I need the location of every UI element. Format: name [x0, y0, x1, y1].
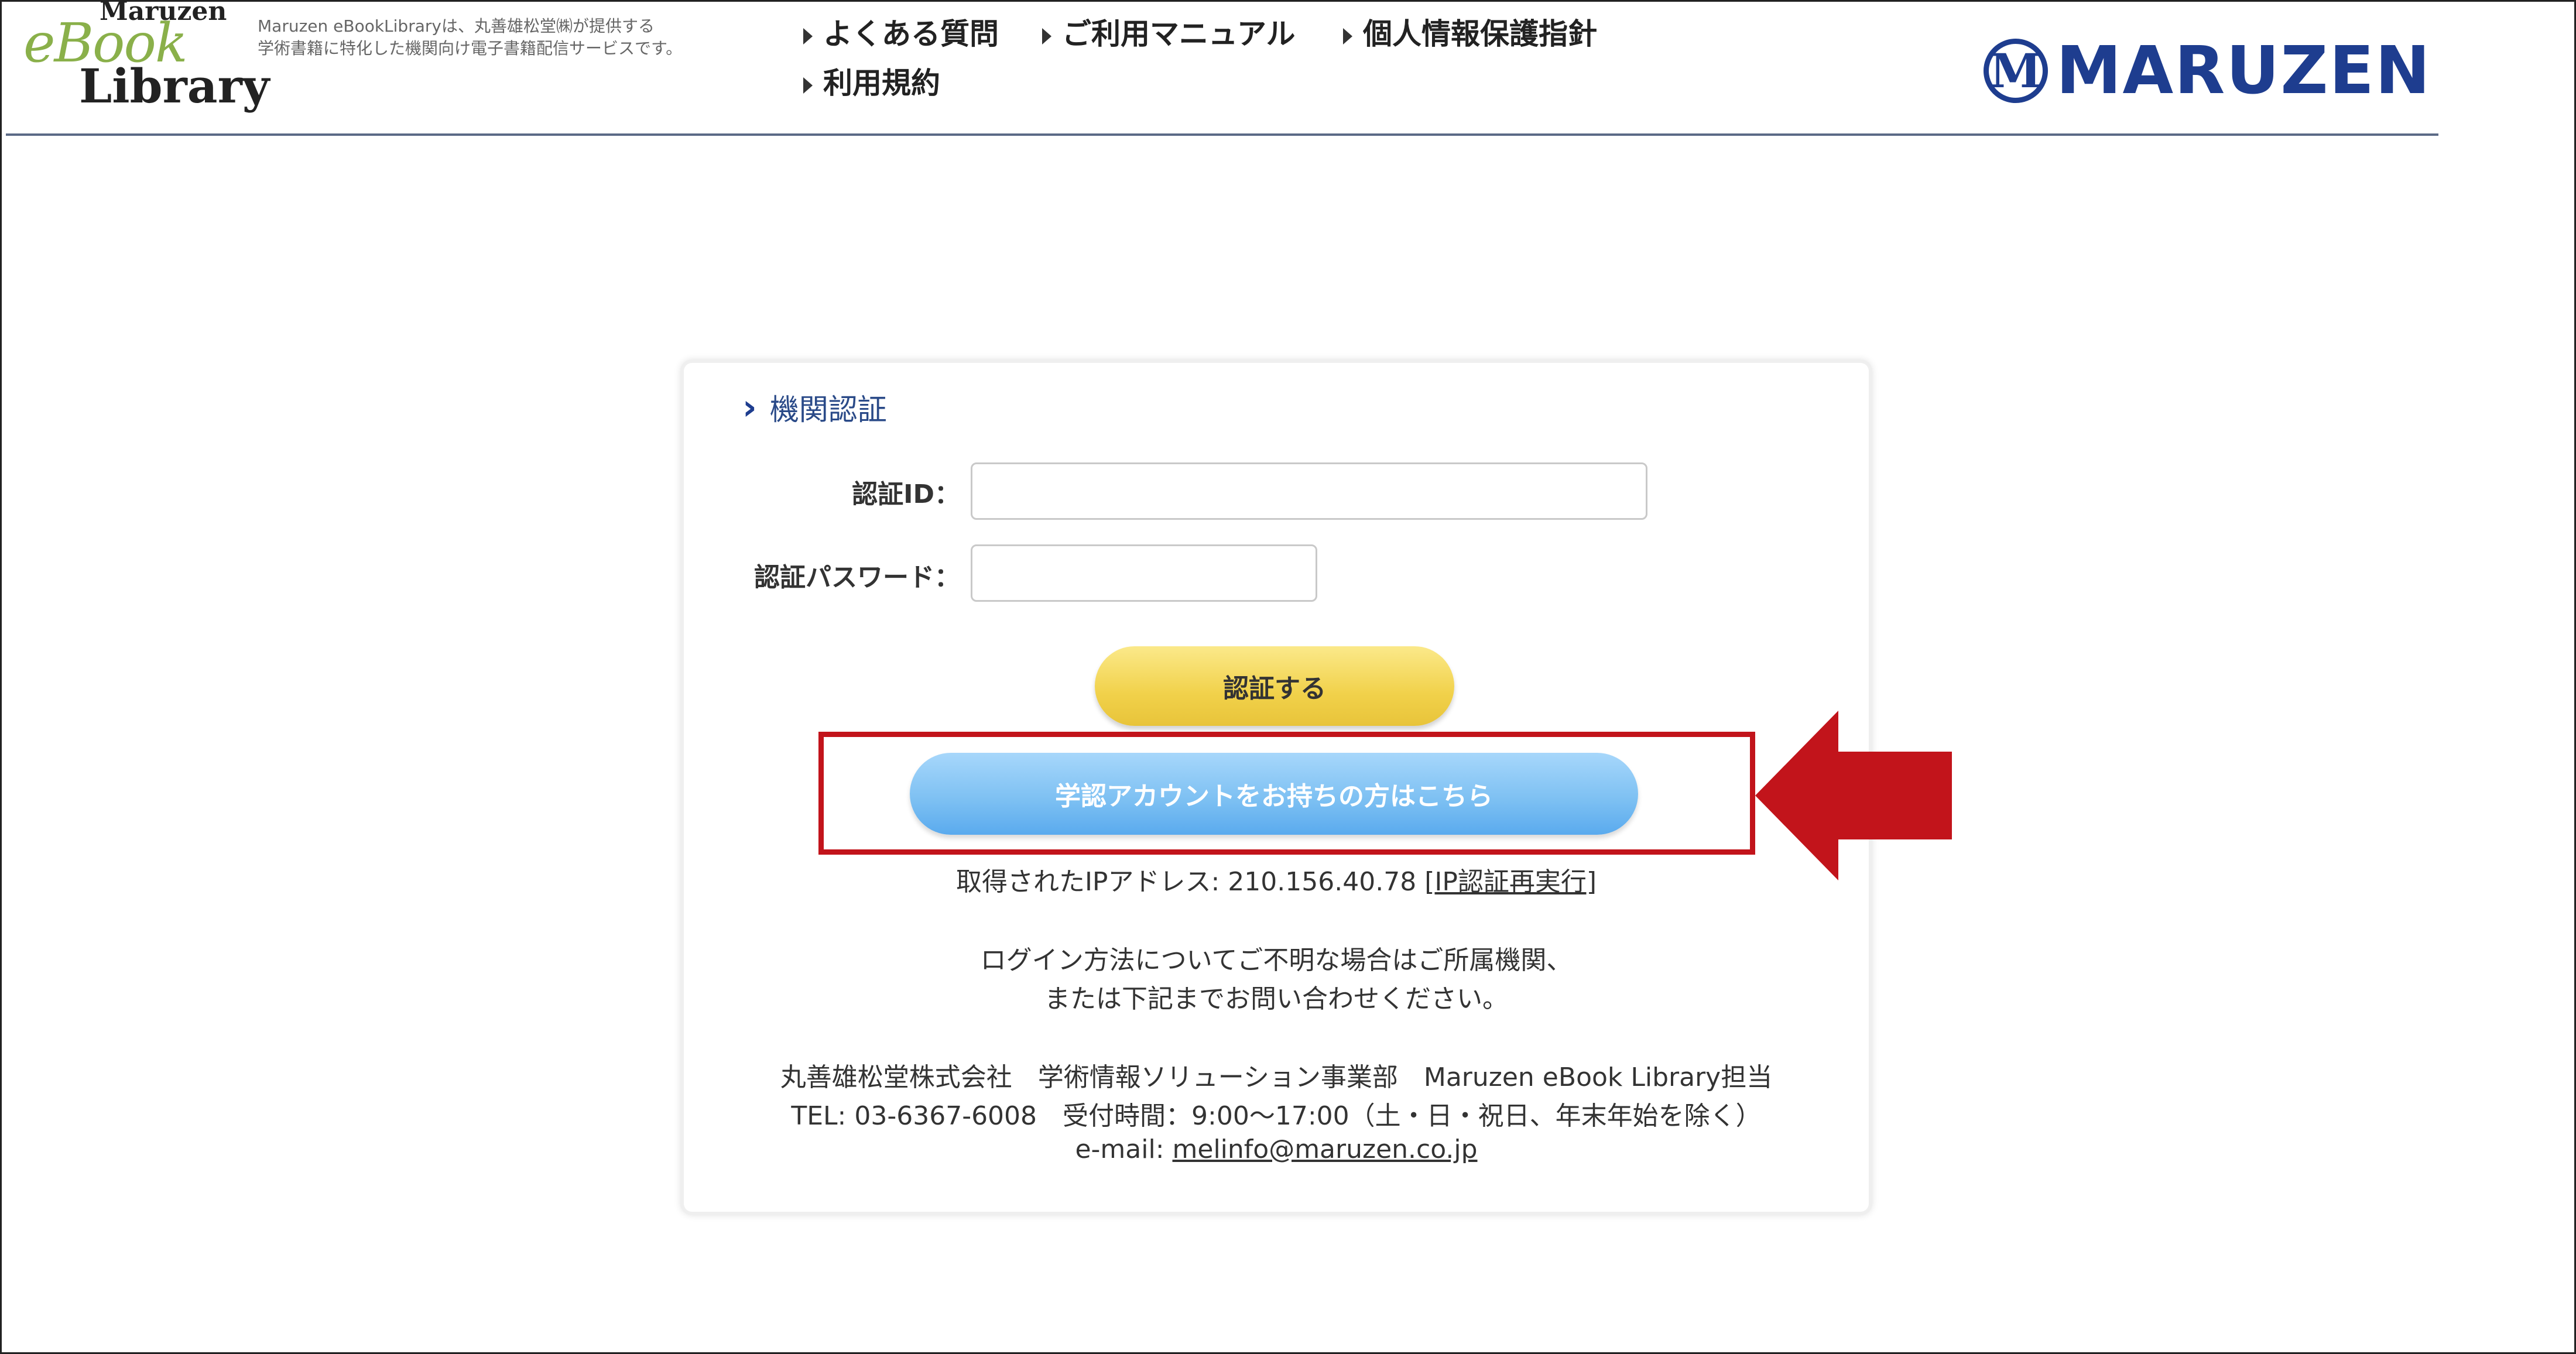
nav-link-terms-label: 利用規約 [823, 66, 940, 100]
chevron-right-icon: › [742, 387, 757, 428]
annotation-arrow-shape [1755, 711, 1952, 880]
nav-link-terms[interactable]: 利用規約 [803, 60, 940, 102]
ip-address-value: 210.156.40.78 [1228, 867, 1417, 897]
nav-link-privacy-label: 個人情報保護指針 [1363, 17, 1597, 51]
triangle-right-icon [803, 77, 813, 94]
authenticate-button[interactable]: 認証する [1095, 646, 1454, 726]
triangle-right-icon [1343, 28, 1352, 44]
nav-link-manual-label: ご利用マニュアル [1062, 17, 1296, 51]
section-title: › 機関認証 [742, 386, 887, 429]
nav-link-privacy[interactable]: 個人情報保護指針 [1343, 11, 1597, 53]
auth-password-input[interactable] [971, 544, 1317, 602]
email-prefix: e-mail: [1075, 1134, 1173, 1164]
contact-email-link[interactable]: melinfo@maruzen.co.jp [1173, 1134, 1478, 1164]
nav-link-manual[interactable]: ご利用マニュアル [1042, 11, 1296, 53]
auth-password-label: 認証パスワード： [754, 563, 960, 592]
nav-link-faq[interactable]: よくある質問 [803, 11, 999, 53]
auth-id-label: 認証ID： [852, 479, 960, 509]
ebook-library-logo[interactable]: Maruzen eBook Library [23, 0, 269, 117]
help-text-line-1: ログイン方法についてご不明な場合はご所属機関、 [980, 945, 1573, 975]
tagline-line-1: Maruzen eBookLibraryは、丸善雄松堂㈱が提供する [258, 16, 655, 36]
contact-email-line: e-mail: melinfo@maruzen.co.jp [684, 1134, 1869, 1164]
annotation-arrow-left-icon [1755, 711, 1952, 880]
contact-tel-line: TEL: 03-6367-6008 受付時間：9:00〜17:00（土・日・祝日… [791, 1101, 1762, 1131]
contact-company-line: 丸善雄松堂株式会社 学術情報ソリューション事業部 Maruzen eBook L… [780, 1062, 1773, 1092]
ip-address-prefix: 取得されたIPアドレス: [955, 867, 1228, 897]
service-tagline: Maruzen eBookLibraryは、丸善雄松堂㈱が提供する 学術書籍に特… [258, 15, 773, 60]
triangle-right-icon [1042, 28, 1051, 44]
logo-library-text: Library [79, 59, 270, 114]
tagline-line-2: 学術書籍に特化した機関向け電子書籍配信サービスです。 [258, 39, 683, 58]
maruzen-brand-name: MARUZEN [2056, 33, 2431, 109]
annotation-highlight-box [818, 732, 1755, 855]
maruzen-m-emblem-icon: M [1984, 39, 2048, 103]
section-title-label: 機関認証 [769, 393, 887, 427]
auth-id-input[interactable] [971, 462, 1647, 520]
ip-reauth-link[interactable]: [IP認証再実行] [1424, 867, 1597, 897]
nav-link-faq-label: よくある質問 [823, 17, 999, 51]
maruzen-brand-logo[interactable]: M MARUZEN [1984, 33, 2431, 109]
header-divider [6, 133, 2438, 136]
help-text-line-2: または下記までお問い合わせください。 [1044, 984, 1508, 1014]
ip-address-line: 取得されたIPアドレス: 210.156.40.78 [IP認証再実行] [684, 861, 1869, 898]
triangle-right-icon [803, 28, 813, 44]
